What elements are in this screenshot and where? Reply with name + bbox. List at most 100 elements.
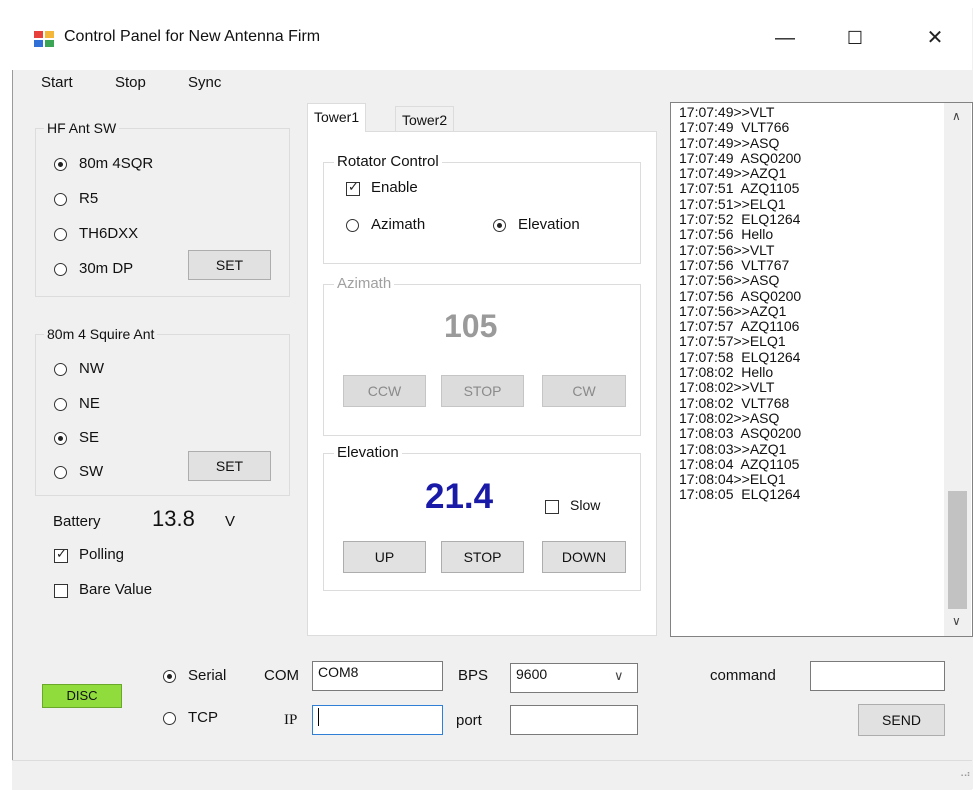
close-button[interactable]: ✕ <box>915 23 955 53</box>
log-line: 17:08:04>>ELQ1 <box>679 471 786 488</box>
polling-label: Polling <box>79 546 125 563</box>
slow-label: Slow <box>570 497 601 513</box>
log-line: 17:07:56 VLT767 <box>679 256 790 273</box>
enable-checkbox[interactable]: ✓ <box>346 179 360 196</box>
down-button[interactable]: DOWN <box>542 541 626 573</box>
battery-value: 13.8 <box>152 506 195 531</box>
log-listbox[interactable]: 17:07:49>>VLT 17:07:49 VLT766 17:07:49>>AS… <box>670 102 973 637</box>
command-label: command <box>710 667 776 684</box>
log-line: 17:07:56>>AZQ1 <box>679 302 787 319</box>
elevation-value: 21.4 <box>425 477 494 516</box>
scroll-thumb[interactable] <box>948 491 967 609</box>
hf-radio-r5[interactable] <box>54 193 67 206</box>
rotator-title: Rotator Control <box>334 153 442 170</box>
log-line: 17:07:57 AZQ1106 <box>679 318 800 335</box>
up-button[interactable]: UP <box>343 541 426 573</box>
tab-tower1[interactable]: Tower1 <box>307 103 367 132</box>
com-input[interactable]: COM8 <box>312 661 443 691</box>
log-line: 17:07:49 ASQ0200 <box>679 149 802 166</box>
log-lines: 17:07:49>>VLT 17:07:49 VLT766 17:07:49>>AS… <box>679 104 802 503</box>
squire-radio-se[interactable] <box>54 432 67 445</box>
cw-button[interactable]: CW <box>542 375 626 407</box>
squire-label-se: SE <box>79 429 100 446</box>
elevation-mode-label: Elevation <box>518 216 580 233</box>
hf-set-button[interactable]: SET <box>188 250 271 280</box>
menu-start[interactable]: Start <box>41 74 73 91</box>
scroll-down-icon[interactable]: ∨ <box>952 614 961 628</box>
log-line: 17:08:02 Hello <box>679 364 774 381</box>
menu-bar <box>12 70 972 100</box>
log-line: 17:07:49>>ASQ <box>679 134 780 151</box>
tcp-radio[interactable] <box>163 712 176 725</box>
tcp-label: TCP <box>188 709 218 726</box>
polling-checkbox[interactable]: ✓ <box>54 546 68 563</box>
hf-radio-th6dxx[interactable] <box>54 228 67 241</box>
squire-title: 80m 4 Squire Ant <box>44 326 158 342</box>
log-line: 17:08:04 AZQ1105 <box>679 455 800 472</box>
log-line: 17:08:05 ELQ1264 <box>679 486 801 503</box>
rotator-group <box>323 162 641 264</box>
squire-radio-nw[interactable] <box>54 363 67 376</box>
elevation-stop-button[interactable]: STOP <box>441 541 524 573</box>
azimath-stop-button[interactable]: STOP <box>441 375 524 407</box>
tab-tower2[interactable]: Tower2 <box>395 106 455 132</box>
azimath-title: Azimath <box>334 275 395 292</box>
azimath-mode-label: Azimath <box>371 216 426 233</box>
menu-sync[interactable]: Sync <box>188 74 221 91</box>
battery-unit: V <box>225 513 236 530</box>
bps-value: 9600 <box>516 666 548 682</box>
ip-label: IP <box>284 712 298 728</box>
hf-label-r5: R5 <box>79 190 99 207</box>
log-line: 17:07:49>>VLT <box>679 104 775 120</box>
ip-input[interactable] <box>312 705 443 735</box>
checkmark-icon: ✓ <box>56 546 67 561</box>
log-line: 17:07:52 ELQ1264 <box>679 211 801 228</box>
squire-label-nw: NW <box>79 360 104 377</box>
log-line: 17:07:51 AZQ1105 <box>679 180 800 197</box>
bps-select[interactable]: 9600 ∨ <box>510 663 638 693</box>
menu-stop[interactable]: Stop <box>115 74 146 91</box>
elevation-mode-radio[interactable] <box>493 219 506 232</box>
send-button[interactable]: SEND <box>858 704 945 736</box>
disc-indicator[interactable]: DISC <box>42 684 122 708</box>
status-bar: ⠠⠴ <box>12 760 972 790</box>
log-line: 17:07:56>>ASQ <box>679 272 780 289</box>
log-scrollbar[interactable]: ∧ ∨ <box>944 103 971 636</box>
log-line: 17:07:57>>ELQ1 <box>679 333 786 350</box>
azimath-group <box>323 284 641 436</box>
squire-set-button[interactable]: SET <box>188 451 271 481</box>
hf-radio-80m-4sqr[interactable] <box>54 158 67 171</box>
log-line: 17:07:49>>AZQ1 <box>679 165 787 182</box>
azimath-value: 105 <box>444 308 498 344</box>
log-line: 17:08:02>>VLT <box>679 379 775 396</box>
bps-label: BPS <box>458 667 489 684</box>
minimize-button[interactable]: — <box>765 23 805 53</box>
log-line: 17:07:56 Hello <box>679 226 774 243</box>
app-icon <box>34 31 54 47</box>
slow-checkbox[interactable] <box>545 500 559 514</box>
hf-radio-30m-dp[interactable] <box>54 263 67 276</box>
ccw-button[interactable]: CCW <box>343 375 426 407</box>
port-label: port <box>456 712 482 729</box>
log-line: 17:07:56>>VLT <box>679 241 775 258</box>
scroll-up-icon[interactable]: ∧ <box>952 109 961 123</box>
text-cursor <box>318 708 319 727</box>
resize-grip-icon[interactable]: ⠠⠴ <box>957 769 971 780</box>
command-input[interactable] <box>810 661 945 691</box>
elevation-title: Elevation <box>334 444 402 461</box>
log-line: 17:08:02 VLT768 <box>679 394 790 411</box>
window-title: Control Panel for New Antenna Firm <box>64 28 321 45</box>
squire-radio-sw[interactable] <box>54 466 67 479</box>
squire-radio-ne[interactable] <box>54 398 67 411</box>
enable-label: Enable <box>371 179 418 196</box>
log-line: 17:08:03>>AZQ1 <box>679 440 787 457</box>
battery-label: Battery <box>53 513 101 530</box>
log-line: 17:07:58 ELQ1264 <box>679 348 801 365</box>
azimath-mode-radio[interactable] <box>346 219 359 232</box>
log-line: 17:07:49 VLT766 <box>679 119 790 136</box>
maximize-button[interactable]: ☐ <box>835 23 875 53</box>
serial-radio[interactable] <box>163 670 176 683</box>
bare-value-label: Bare Value <box>79 581 153 598</box>
port-input[interactable] <box>510 705 638 735</box>
bare-value-checkbox[interactable] <box>54 584 68 598</box>
